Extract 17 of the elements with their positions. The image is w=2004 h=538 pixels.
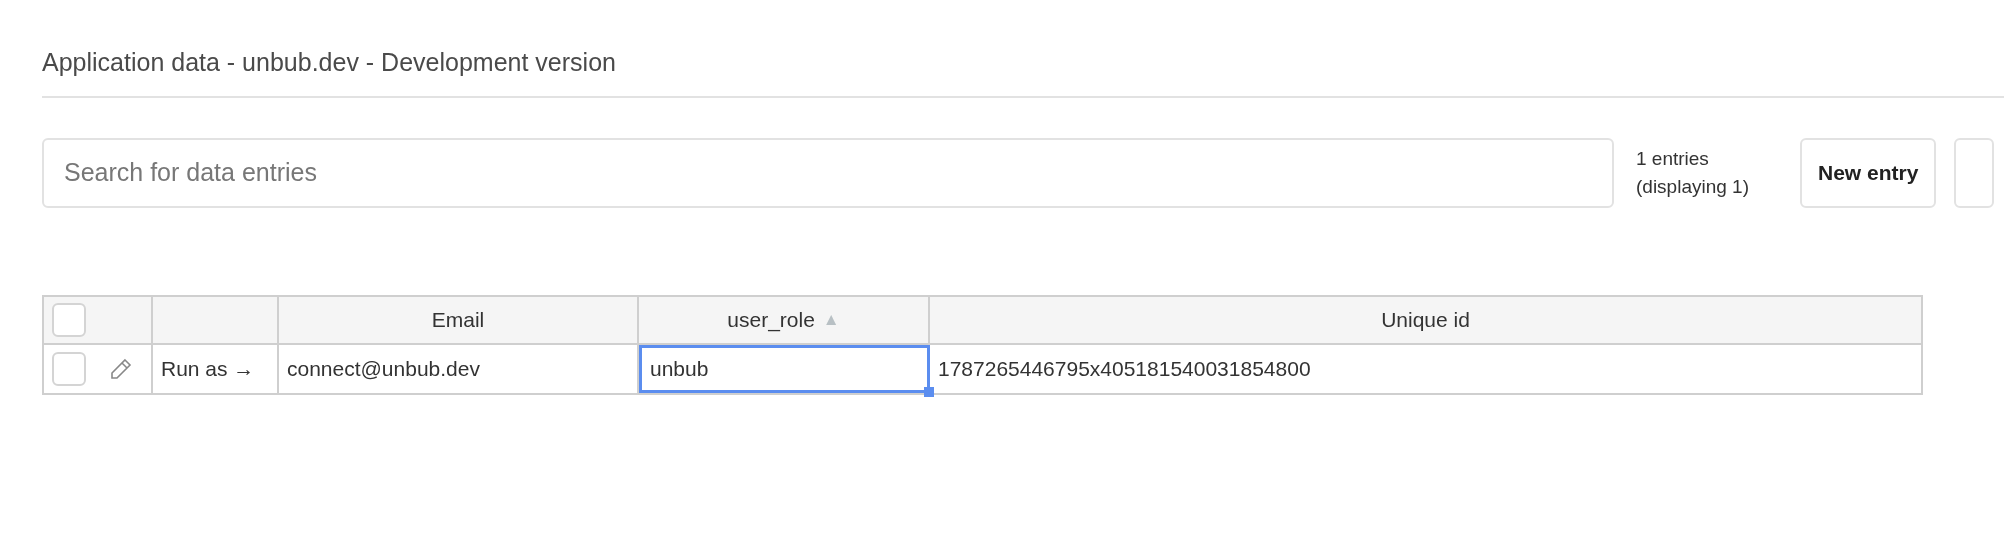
checkbox[interactable] <box>52 351 86 386</box>
checkbox[interactable] <box>52 302 86 337</box>
run-as-link[interactable]: Run as → <box>161 352 255 385</box>
toolbar-button[interactable] <box>1954 137 1995 208</box>
pencil-icon[interactable] <box>109 356 133 381</box>
table-cell[interactable]: 1787265446795x405181540031854800 <box>930 344 1921 393</box>
column-header[interactable]: Email <box>431 303 485 336</box>
new-entry-button[interactable]: New entry <box>1800 137 1937 208</box>
entry-count-detail: (displaying 1) <box>1636 174 1750 199</box>
resize-handle[interactable] <box>924 386 934 397</box>
sort-icon: ▲ <box>822 306 840 333</box>
table-cell[interactable]: connect@unbub.dev <box>279 344 639 393</box>
column-header[interactable]: user_role <box>727 303 815 336</box>
column-header[interactable]: Unique id <box>1381 303 1470 336</box>
entry-count: 1 entries <box>1636 146 1710 171</box>
search-field[interactable]: Search for data entries <box>42 137 1614 208</box>
page-title: Application data - unbub.dev - Development version <box>42 48 616 76</box>
